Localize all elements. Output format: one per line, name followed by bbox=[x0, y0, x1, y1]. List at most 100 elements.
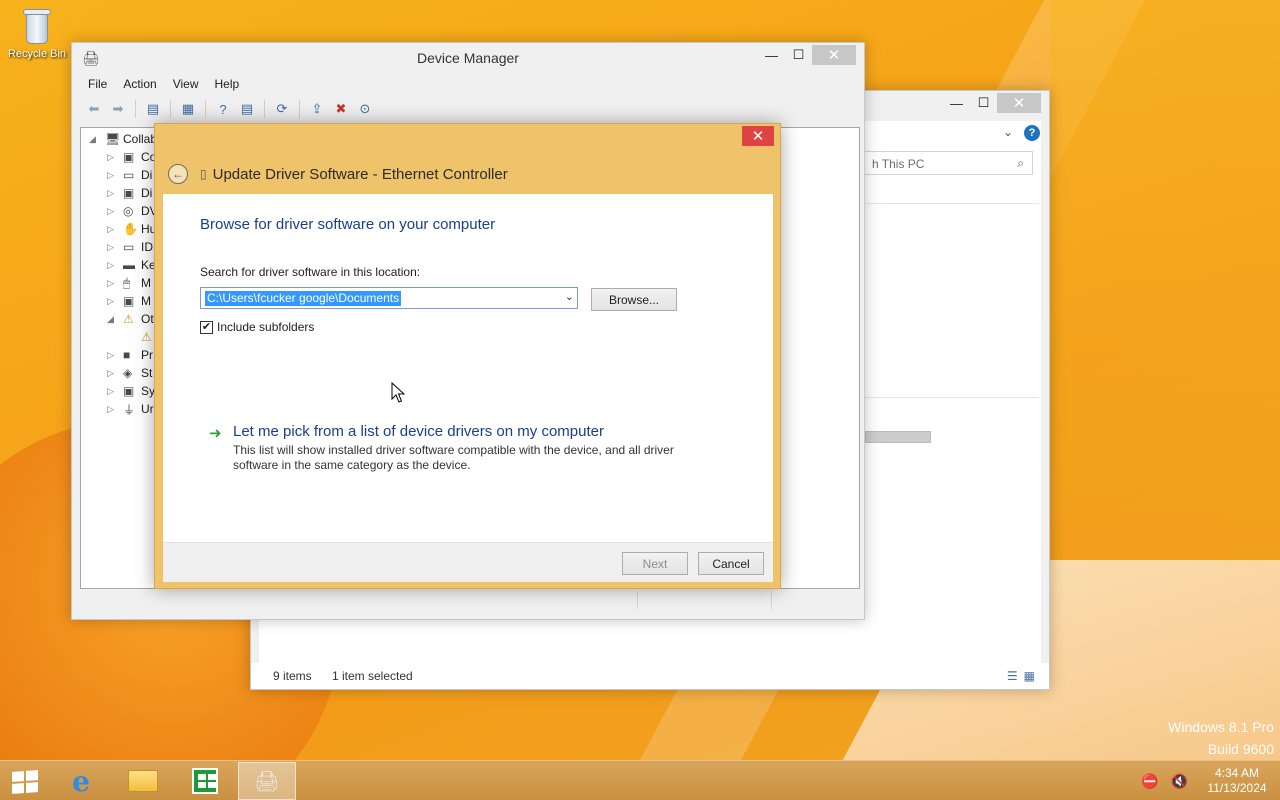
next-button[interactable]: Next bbox=[622, 552, 688, 575]
ide-controller-icon: ▭ bbox=[123, 240, 135, 254]
taskbar-device-manager[interactable]: 🖨 bbox=[238, 762, 296, 800]
enable-device-icon[interactable]: ⊙ bbox=[355, 99, 375, 119]
tree-item[interactable]: ◢ ⚠ Ot bbox=[107, 310, 154, 328]
collapsed-arrow-icon[interactable]: ▷ bbox=[107, 278, 123, 289]
minimize-button[interactable]: — bbox=[943, 93, 970, 113]
collapsed-arrow-icon[interactable]: ▷ bbox=[107, 152, 123, 163]
menu-view[interactable]: View bbox=[165, 75, 207, 93]
collapsed-arrow-icon[interactable]: ▷ bbox=[107, 170, 123, 181]
clock[interactable]: 4:34 AM 11/13/2024 bbox=[1200, 766, 1274, 796]
browse-button[interactable]: Browse... bbox=[591, 288, 677, 311]
horizontal-scrollbar-thumb[interactable] bbox=[865, 431, 931, 443]
tree-item[interactable]: ▷ ▬ Ke bbox=[107, 256, 156, 274]
collapsed-arrow-icon[interactable]: ▷ bbox=[107, 224, 123, 235]
tree-item-label: Sy bbox=[141, 384, 156, 398]
collapsed-arrow-icon[interactable]: ▷ bbox=[107, 368, 123, 379]
properties-icon[interactable]: ▦ bbox=[178, 99, 198, 119]
tree-item[interactable]: ▷ ▣ Sy bbox=[107, 382, 155, 400]
driver-path-value[interactable]: C:\Users\fcucker google\Documents bbox=[205, 291, 402, 306]
watermark-build: Build 9600 bbox=[1207, 741, 1274, 757]
start-button[interactable] bbox=[0, 762, 58, 800]
tree-item[interactable]: ▷ 🖱 M bbox=[107, 274, 151, 292]
pick-from-list-link[interactable]: Let me pick from a list of device driver… bbox=[233, 423, 604, 440]
tree-item[interactable]: ▷ ▭ ID bbox=[107, 238, 153, 256]
tree-item[interactable]: ▷ ■ Pr bbox=[107, 346, 153, 364]
menu-file[interactable]: File bbox=[80, 75, 115, 93]
search-icon[interactable]: ⌕ bbox=[1017, 156, 1024, 171]
help-icon[interactable]: ? bbox=[1024, 125, 1040, 141]
cancel-button[interactable]: Cancel bbox=[698, 552, 764, 575]
scan-hardware-icon[interactable]: ⟳ bbox=[272, 99, 292, 119]
tree-item[interactable]: ▷ ▣ Co bbox=[107, 148, 156, 166]
chevron-down-icon[interactable]: ⌄ bbox=[1003, 125, 1013, 139]
collapsed-arrow-icon[interactable]: ▷ bbox=[107, 296, 123, 307]
window-title: Device Manager bbox=[417, 50, 519, 66]
tree-item[interactable]: ▷ ◈ St bbox=[107, 364, 152, 382]
tree-item[interactable]: ▷ ✋ Hu bbox=[107, 220, 156, 238]
update-driver-icon[interactable]: ⇪ bbox=[307, 99, 327, 119]
forward-arrow-icon[interactable]: ➡ bbox=[108, 99, 128, 119]
close-button[interactable]: ✕ bbox=[997, 93, 1041, 113]
folder-icon bbox=[128, 770, 158, 792]
windows-watermark: Windows 8.1 Pro Build 9600 bbox=[1168, 716, 1274, 760]
volume-muted-icon[interactable]: 🔇 bbox=[1171, 773, 1188, 790]
close-button[interactable]: ✕ bbox=[812, 45, 856, 65]
mouse-icon: 🖱 bbox=[123, 275, 131, 290]
maximize-button[interactable]: ☐ bbox=[785, 45, 812, 65]
collapsed-arrow-icon[interactable]: ▷ bbox=[107, 404, 123, 415]
recycle-bin[interactable]: Recycle Bin bbox=[4, 6, 70, 60]
update-driver-dialog[interactable]: ✕ ← ▯ Update Driver Software - Ethernet … bbox=[154, 123, 781, 589]
expanded-arrow-icon[interactable]: ◢ bbox=[107, 314, 123, 325]
checkmark-icon[interactable]: ✔ bbox=[200, 320, 213, 334]
tree-item[interactable]: ▷ ▣ M bbox=[107, 292, 151, 310]
taskbar: e 🖨 ⛔ 🔇 4:34 AM 11/13/2024 bbox=[0, 760, 1280, 800]
large-icons-view-icon[interactable]: ▦ bbox=[1024, 669, 1035, 683]
tree-item[interactable]: ▷ ▭ Di bbox=[107, 166, 152, 184]
action-pane-icon[interactable]: ▤ bbox=[237, 99, 257, 119]
tree-item[interactable]: ◢ 🖥 Collab bbox=[89, 130, 157, 148]
clock-time: 4:34 AM bbox=[1214, 766, 1260, 780]
device-manager-titlebar[interactable]: 🖨 Device Manager — ☐ ✕ bbox=[72, 43, 864, 73]
collapsed-arrow-icon[interactable]: ▷ bbox=[107, 206, 123, 217]
other-devices-icon: ⚠ bbox=[123, 312, 134, 326]
chevron-down-icon[interactable]: ⌄ bbox=[565, 290, 574, 303]
menu-help[interactable]: Help bbox=[207, 75, 248, 93]
status-item-count: 9 items bbox=[273, 669, 312, 683]
dialog-body: Browse for driver software on your compu… bbox=[163, 194, 773, 542]
tree-item[interactable]: ▷ ◎ DV bbox=[107, 202, 158, 220]
network-adapter-icon: ▯ bbox=[200, 167, 207, 181]
show-hide-console-tree-icon[interactable]: ▤ bbox=[143, 99, 163, 119]
taskbar-windows-store[interactable] bbox=[176, 762, 234, 800]
tree-item[interactable]: ▷ ▣ Di bbox=[107, 184, 152, 202]
maximize-button[interactable]: ☐ bbox=[970, 93, 997, 113]
dialog-heading: Browse for driver software on your compu… bbox=[200, 216, 496, 233]
usb-icon: ⏚ bbox=[123, 402, 136, 417]
green-arrow-icon: ➜ bbox=[209, 425, 222, 442]
minimize-button[interactable]: — bbox=[758, 45, 785, 65]
help-icon[interactable]: ? bbox=[213, 99, 233, 119]
expanded-arrow-icon[interactable]: ◢ bbox=[89, 134, 105, 145]
driver-path-combobox[interactable]: C:\Users\fcucker google\Documents ⌄ bbox=[200, 287, 578, 309]
wallpaper-shape bbox=[1050, 0, 1280, 520]
clock-date: 11/13/2024 bbox=[1207, 781, 1267, 795]
tree-item[interactable]: ▷ ⏚ Ur bbox=[107, 400, 154, 418]
collapsed-arrow-icon[interactable]: ▷ bbox=[107, 188, 123, 199]
collapsed-arrow-icon[interactable]: ▷ bbox=[107, 242, 123, 253]
menu-action[interactable]: Action bbox=[115, 75, 164, 93]
uninstall-icon[interactable]: ✖ bbox=[331, 99, 351, 119]
back-arrow-icon[interactable]: ⬅ bbox=[84, 99, 104, 119]
system-tray: ⛔ 🔇 4:34 AM 11/13/2024 bbox=[1141, 761, 1274, 800]
search-input[interactable]: h This PC ⌕ bbox=[863, 151, 1033, 175]
collapsed-arrow-icon[interactable]: ▷ bbox=[107, 260, 123, 271]
tree-item-label: Collab bbox=[123, 132, 158, 146]
collapsed-arrow-icon[interactable]: ▷ bbox=[107, 386, 123, 397]
back-arrow-icon[interactable]: ← bbox=[168, 164, 188, 184]
collapsed-arrow-icon[interactable]: ▷ bbox=[107, 350, 123, 361]
details-view-icon[interactable]: ☰ bbox=[1007, 669, 1018, 683]
display-adapter-icon: ▣ bbox=[123, 186, 135, 200]
include-subfolders-checkbox[interactable]: ✔ Include subfolders bbox=[200, 320, 314, 334]
dialog-close-button[interactable]: ✕ bbox=[742, 126, 774, 146]
network-status-icon[interactable]: ⛔ bbox=[1141, 773, 1158, 790]
taskbar-internet-explorer[interactable]: e bbox=[52, 762, 110, 800]
taskbar-file-explorer[interactable] bbox=[114, 762, 172, 800]
